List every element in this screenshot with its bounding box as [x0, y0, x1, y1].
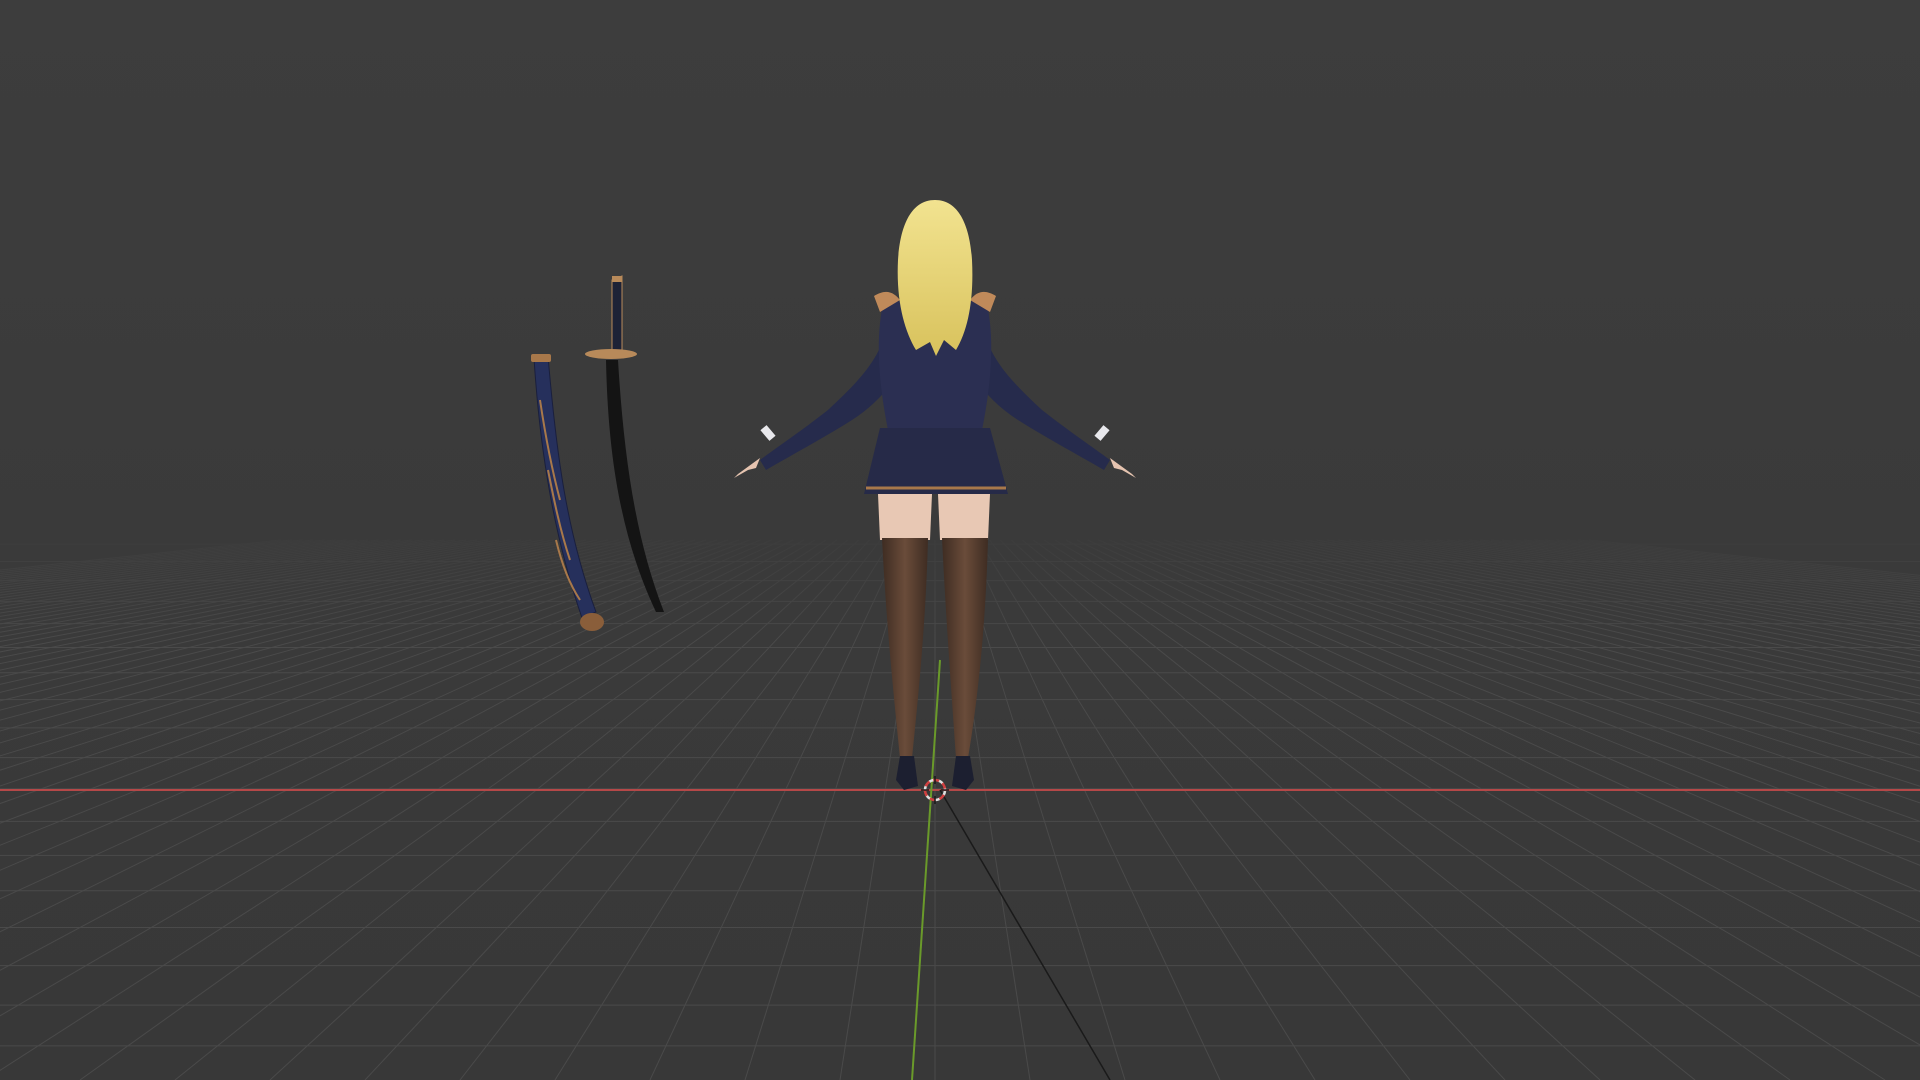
view-direction-line	[939, 789, 1111, 1080]
viewport-canvas[interactable]	[0, 0, 1920, 1080]
3d-viewport[interactable]	[0, 0, 1920, 1080]
y-axis-line	[911, 659, 941, 1080]
